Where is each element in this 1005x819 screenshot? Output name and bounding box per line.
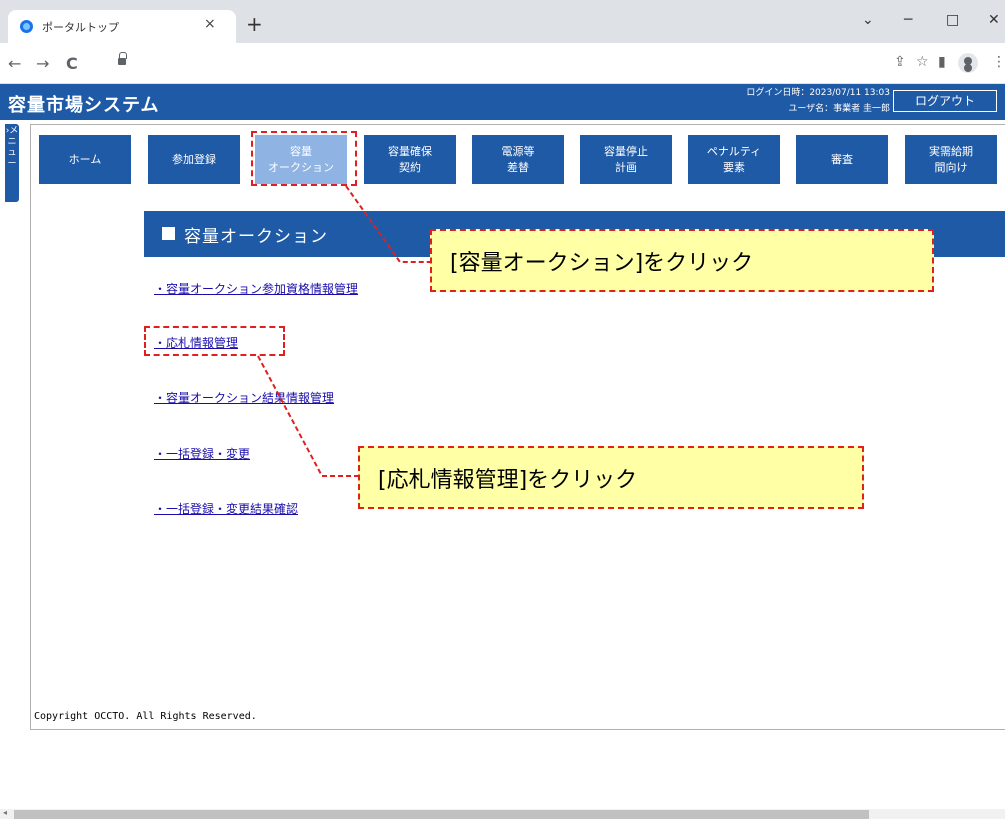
menu-label: 参加登録 — [172, 152, 216, 166]
tab-search-dropdown-icon[interactable]: ⌄ — [862, 12, 874, 28]
menu-label: 差替 — [507, 160, 529, 174]
annotation-highlight-auction-menu — [251, 131, 357, 186]
link-auction-result-management[interactable]: ・容量オークション結果情報管理 — [154, 389, 334, 406]
menu-label: 容量確保 — [388, 144, 432, 158]
login-time: ログイン日時：2023/07/11 13:03 — [746, 88, 890, 98]
browser-tab[interactable]: ポータルトップ × — [8, 10, 236, 43]
callout-click-auction: [容量オークション]をクリック — [430, 229, 934, 292]
login-info: ログイン日時：2023/07/11 13:03 ユーザ名：事業者 圭一郎 — [690, 85, 890, 117]
reload-icon[interactable]: C — [66, 54, 78, 73]
maximize-icon[interactable]: □ — [946, 12, 959, 28]
tab-title: ポータルトップ — [42, 21, 119, 34]
back-icon[interactable]: ← — [8, 54, 21, 73]
menu-label: 審査 — [831, 152, 853, 166]
user-name: ユーザ名：事業者 圭一郎 — [788, 104, 890, 114]
callout-click-bid-management: [応札情報管理]をクリック — [358, 446, 864, 509]
link-bulk-registration[interactable]: ・一括登録・変更 — [154, 445, 250, 462]
menu-delivery-period[interactable]: 実需給期 間向け — [905, 135, 997, 184]
annotation-highlight-bid-link — [144, 326, 285, 356]
browser-menu-icon[interactable]: ⋮ — [992, 54, 1005, 70]
browser-tab-bar: ポータルトップ × + ⌄ ─ □ ✕ — [0, 0, 1005, 43]
menu-outage-plan[interactable]: 容量停止 計画 — [580, 135, 672, 184]
menu-registration[interactable]: 参加登録 — [148, 135, 240, 184]
menu-label: 間向け — [934, 160, 968, 174]
menu-label: ホーム — [68, 152, 102, 166]
browser-address-bar: ← → C ⇪ ☆ ▮ ⋮ — [0, 43, 1005, 84]
side-panel-icon[interactable]: ▮ — [938, 54, 946, 70]
menu-label: 要素 — [723, 160, 745, 174]
app-header: 容量市場システム ログイン日時：2023/07/11 13:03 ユーザ名：事業… — [0, 84, 1005, 120]
app-title: 容量市場システム — [8, 95, 160, 116]
menu-capacity-contract[interactable]: 容量確保 契約 — [364, 135, 456, 184]
menu-power-replacement[interactable]: 電源等 差替 — [472, 135, 564, 184]
lock-icon[interactable] — [118, 52, 127, 65]
scroll-left-arrow-icon[interactable]: ◂ — [3, 808, 7, 817]
site-favicon-icon — [20, 20, 33, 33]
share-icon[interactable]: ⇪ — [894, 54, 906, 70]
menu-label: ペナルティ — [706, 144, 762, 158]
bookmark-star-icon[interactable]: ☆ — [916, 54, 929, 70]
menu-penalty[interactable]: ペナルティ 要素 — [688, 135, 780, 184]
menu-review[interactable]: 審査 — [796, 135, 888, 184]
main-menu-bar: ホーム 参加登録 容量 オークション 容量確保 契約 電源等 差替 容量停止 計… — [39, 135, 1005, 184]
link-bulk-registration-result[interactable]: ・一括登録・変更結果確認 — [154, 500, 298, 517]
tab-close-icon[interactable]: × — [204, 16, 216, 32]
new-tab-icon[interactable]: + — [246, 14, 263, 34]
menu-label: 実需給期 — [929, 144, 973, 158]
menu-label: 電源等 — [501, 144, 535, 158]
forward-icon[interactable]: → — [36, 54, 49, 73]
menu-label: 容量停止 — [604, 144, 648, 158]
side-menu-tab[interactable]: ›メニュー — [5, 124, 19, 202]
menu-label: 計画 — [615, 160, 637, 174]
minimize-icon[interactable]: ─ — [904, 12, 912, 28]
menu-home[interactable]: ホーム — [39, 135, 131, 184]
menu-label: 契約 — [399, 160, 421, 174]
section-title: 容量オークション — [184, 227, 328, 247]
square-icon — [162, 227, 175, 240]
link-participation-qualification[interactable]: ・容量オークション参加資格情報管理 — [154, 280, 358, 297]
horizontal-scrollbar-thumb[interactable] — [14, 810, 869, 819]
copyright-text: Copyright OCCTO. All Rights Reserved. — [34, 711, 257, 722]
profile-avatar-icon[interactable] — [958, 53, 978, 73]
logout-button[interactable]: ログアウト — [893, 90, 997, 112]
close-window-icon[interactable]: ✕ — [988, 12, 1000, 28]
